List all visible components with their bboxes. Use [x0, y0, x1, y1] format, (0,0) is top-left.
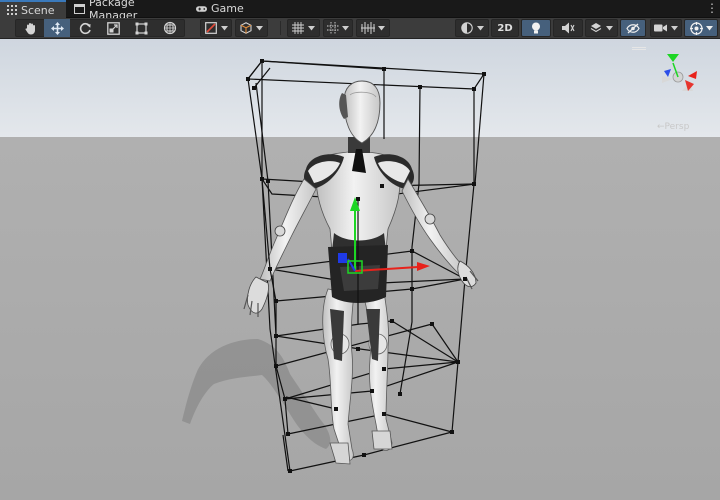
- effects-dropdown[interactable]: [585, 19, 618, 37]
- chevron-down-icon: [671, 25, 678, 30]
- gizmos-dropdown[interactable]: [684, 19, 718, 37]
- rotate-icon: [79, 22, 91, 34]
- chevron-down-icon: [606, 25, 613, 30]
- scene-viewport[interactable]: ←Persp: [0, 39, 720, 500]
- scene-render: [0, 39, 720, 500]
- hand-tool-button[interactable]: [17, 19, 43, 37]
- chevron-down-icon: [378, 25, 385, 30]
- hand-icon: [24, 22, 35, 35]
- effects-layers-icon: [590, 23, 602, 33]
- hidden-objects-toggle[interactable]: [620, 19, 646, 37]
- shading-mode-icon: [460, 22, 473, 34]
- grid-visibility-dropdown[interactable]: [287, 19, 320, 37]
- scene-toolbar: 2D: [0, 18, 720, 39]
- more-options-icon[interactable]: ⋮: [706, 2, 718, 15]
- perspective-label[interactable]: ←Persp: [657, 122, 689, 132]
- chevron-down-icon: [308, 25, 315, 30]
- transform-icon: [163, 21, 176, 35]
- rotate-tool-button[interactable]: [72, 19, 98, 37]
- 2d-toggle-button[interactable]: 2D: [491, 19, 519, 37]
- gizmos-icon: [689, 21, 703, 35]
- audio-icon: [561, 22, 574, 34]
- scale-icon: [106, 21, 120, 35]
- tab-package-manager[interactable]: Package Manager: [68, 0, 186, 22]
- lightbulb-icon: [532, 22, 540, 33]
- render-mode-dropdown[interactable]: [235, 19, 268, 37]
- tab-bar: Scene Package Manager Game ⋮: [0, 0, 720, 22]
- audio-toggle-button[interactable]: [553, 19, 583, 37]
- camera-settings-dropdown[interactable]: [650, 19, 682, 37]
- eye-slash-icon: [626, 23, 640, 33]
- chevron-down-icon: [342, 25, 349, 30]
- z-axis-handle[interactable]: [338, 253, 347, 263]
- snap-icon: [327, 22, 339, 34]
- grid-snapping-dropdown[interactable]: [323, 19, 353, 37]
- chevron-down-icon: [256, 25, 263, 30]
- snap-grid-icon: [204, 22, 217, 34]
- 2d-toggle-label: 2D: [497, 22, 513, 34]
- y-cone[interactable]: [667, 54, 679, 62]
- z-cone[interactable]: [664, 69, 671, 77]
- grid-icon: [292, 22, 304, 34]
- chevron-down-icon: [476, 25, 484, 30]
- move-arrows-icon: [50, 21, 64, 35]
- transform-tool-button[interactable]: [156, 19, 183, 37]
- rect-transform-icon: [135, 22, 147, 34]
- toolbar-separator: [280, 21, 281, 35]
- lighting-toggle-button[interactable]: [521, 19, 551, 37]
- tab-game-label: Game: [211, 2, 244, 15]
- unity-editor-window: Scene Package Manager Game ⋮ 2D ←Persp: [0, 0, 720, 500]
- draw-mode-dropdown[interactable]: [455, 19, 489, 37]
- chevron-down-icon: [705, 25, 713, 30]
- gamepad-icon: [196, 4, 207, 14]
- grid-snap-toggle[interactable]: [200, 19, 232, 37]
- tab-scene-label: Scene: [21, 3, 55, 17]
- camera-icon: [654, 24, 667, 32]
- tab-game[interactable]: Game: [190, 0, 250, 17]
- x-cone[interactable]: [688, 71, 697, 79]
- increment-snap-dropdown[interactable]: [356, 19, 390, 37]
- increment-snap-icon: [361, 22, 375, 34]
- chevron-down-icon: [220, 25, 228, 30]
- package-icon: [74, 3, 85, 14]
- rect-tool-button[interactable]: [128, 19, 154, 37]
- neg-x-cone[interactable]: [662, 76, 673, 83]
- tab-scene[interactable]: Scene: [0, 0, 66, 18]
- scene-icon: [6, 5, 17, 15]
- move-tool-button[interactable]: [44, 19, 70, 37]
- scale-tool-button[interactable]: [100, 19, 126, 37]
- cube-icon: [240, 22, 252, 34]
